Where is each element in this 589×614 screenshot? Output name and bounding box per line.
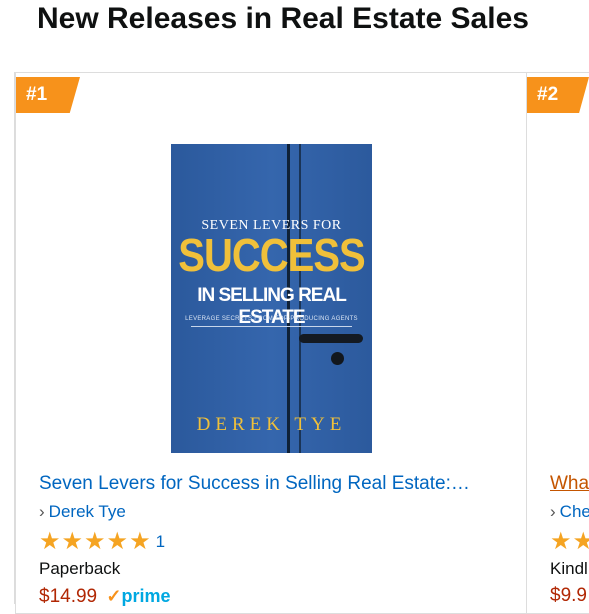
price-row: $14.99 ✓prime [39,584,171,609]
product-title-link[interactable]: Seven Levers for Success in Selling Real… [39,472,470,496]
prime-check-icon: ✓ [106,586,122,606]
cover-door-knob [331,352,344,365]
star-icon: ★ [550,528,572,555]
product-title-link[interactable]: Wha [550,472,589,496]
price-row: $9.9 [550,584,587,608]
rank-badge: #1 [16,77,80,113]
cover-big-word: SUCCESS [178,230,365,282]
author-name: Derek Tye [48,502,126,521]
book-format: Kindl [550,559,588,578]
cover-sub-line: IN SELLING REAL ESTATE [197,285,347,328]
rank-badge: #2 [527,77,589,113]
price: $9.9 [550,585,587,606]
chevron-right-icon: › [550,502,556,521]
star-rating[interactable]: ★ ★ [550,530,589,554]
star-icon: ★ [129,528,151,555]
chevron-right-icon: › [39,502,45,521]
product-card-1: #1 SEVEN LEVERS FOR SUCCESS IN SELLING R… [15,72,527,614]
book-format: Paperback [39,559,121,578]
star-icon: ★ [39,528,61,555]
star-rating[interactable]: ★ ★ ★ ★ ★ 1 [39,530,165,554]
star-icon: ★ [61,528,84,555]
cover-rule [191,326,352,327]
page-title: New Releases in Real Estate Sales [37,2,529,35]
prime-badge: ✓prime [106,586,171,606]
cover-door-handle [299,334,363,343]
author-name: Che [559,502,589,521]
cover-tagline: LEVERAGE SECRETS FROM TOP-PRODUCING AGEN… [185,316,358,322]
star-icon: ★ [573,530,589,554]
rating-count-link[interactable]: 1 [156,532,165,552]
author-link[interactable]: › Derek Tye [39,501,126,523]
author-link[interactable]: › Che [550,501,589,523]
cover-author: DEREK TYE [196,414,347,435]
star-icon: ★ [84,528,106,555]
book-cover-image[interactable]: SEVEN LEVERS FOR SUCCESS IN SELLING REAL… [171,144,372,453]
star-icon: ★ [106,528,129,555]
product-card-2: #2 Wha ›Che ★ ★ Kindl $9.9 [526,72,589,614]
